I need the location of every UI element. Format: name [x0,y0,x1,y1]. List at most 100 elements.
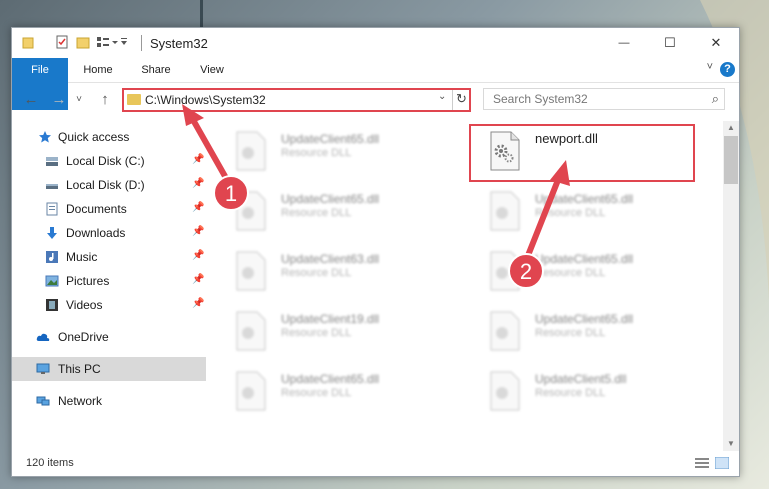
file-type: Resource DLL [535,387,606,399]
file-type: Resource DLL [281,207,352,219]
list-item[interactable]: UpdateClient65.dll Resource DLL [471,185,696,237]
drive-icon [46,184,58,189]
tab-view[interactable]: View [188,58,236,82]
dll-file-icon [490,371,520,411]
music-icon [46,251,58,263]
expand-ribbon-icon[interactable]: ˅ [707,61,713,73]
minimize-button[interactable]: — [601,28,647,58]
search-placeholder: Search System32 [493,92,588,106]
scrollbar-thumb[interactable] [724,136,738,184]
file-type: Resource DLL [281,327,352,339]
sidebar-item-label: Pictures [66,274,110,288]
file-explorer-window: System32 — ☐ ✕ File Home Share View ˅ ? … [11,27,740,477]
file-name: UpdateClient65.dll [281,192,380,206]
pin-icon[interactable]: 📌 [192,250,204,261]
vertical-scrollbar[interactable]: ▲ ▼ [723,121,739,451]
pin-icon[interactable]: 📌 [192,178,204,189]
sidebar-item-local-disk-c[interactable]: Local Disk (C:) 📌 [12,149,206,173]
newport-dll-highlight-box [469,124,695,182]
scroll-up-icon[interactable]: ▲ [723,121,739,135]
folder-icon [127,94,141,105]
details-view-icon[interactable] [695,457,709,469]
refresh-icon[interactable]: ↻ [456,91,467,107]
chevron-down-icon[interactable]: ⌄ [438,91,446,102]
maximize-button[interactable]: ☐ [647,28,693,58]
drive-icon [46,157,58,166]
sidebar-item-this-pc[interactable]: This PC [12,357,206,381]
videos-icon [46,299,58,311]
sidebar-item-label: OneDrive [58,330,109,344]
sidebar-item-pictures[interactable]: Pictures 📌 [12,269,206,293]
list-item[interactable]: UpdateClient5.dll Resource DLL [471,365,696,417]
pin-icon[interactable]: 📌 [192,154,204,165]
list-item[interactable]: UpdateClient65.dll Resource DLL [471,245,696,297]
downloads-icon [47,227,57,239]
list-item[interactable]: UpdateClient19.dll Resource DLL [217,305,442,357]
pictures-icon [45,275,59,287]
documents-icon [46,202,58,216]
list-item[interactable]: UpdateClient65.dll Resource DLL [471,305,696,357]
properties-icon[interactable] [55,35,69,49]
status-bar: 120 items [12,451,739,476]
dll-file-icon [490,311,520,351]
network-icon [36,396,50,406]
pin-icon[interactable]: 📌 [192,202,204,213]
navigation-bar: ← → ˅ ↑ C:\Windows\System32 ⌄ ↻ Search S… [12,83,739,117]
back-arrow-icon[interactable]: ← [22,91,40,109]
sidebar-item-label: Local Disk (D:) [66,178,145,192]
file-name: UpdateClient63.dll [281,252,380,266]
sidebar-item-label: Local Disk (C:) [66,154,145,168]
file-type: Resource DLL [281,267,352,279]
list-item[interactable]: UpdateClient65.dll Resource DLL [217,185,442,237]
large-icons-view-icon[interactable] [715,457,729,469]
dll-file-icon [490,191,520,231]
sidebar-item-onedrive[interactable]: OneDrive [12,325,206,349]
list-item[interactable]: UpdateClient65.dll Resource DLL [217,365,442,417]
sidebar-item-documents[interactable]: Documents 📌 [12,197,206,221]
sidebar-item-label: This PC [58,362,101,376]
sidebar-item-label: Music [66,250,98,264]
sidebar-item-local-disk-d[interactable]: Local Disk (D:) 📌 [12,173,206,197]
sidebar-item-label: Quick access [58,130,130,144]
search-input[interactable]: Search System32 ⌕ [483,88,725,110]
window-title: System32 [150,36,208,51]
pin-icon[interactable]: 📌 [192,298,204,309]
file-name: UpdateClient65.dll [535,192,634,206]
dll-file-icon [236,191,266,231]
forward-arrow-icon[interactable]: → [50,91,68,109]
sidebar-item-label: Videos [66,298,103,312]
address-path[interactable]: C:\Windows\System32 [145,93,266,107]
dll-file-icon [490,251,520,291]
list-item[interactable]: UpdateClient63.dll Resource DLL [217,245,442,297]
list-item[interactable]: UpdateClient65.dll Resource DLL [217,125,442,177]
address-bar[interactable]: C:\Windows\System32 ⌄ ↻ [122,88,471,112]
help-icon[interactable]: ? [720,62,735,77]
navigation-pane: Quick access Local Disk (C:) 📌 Local Dis… [12,121,206,451]
sidebar-item-music[interactable]: Music 📌 [12,245,206,269]
pin-icon[interactable]: 📌 [192,226,204,237]
customize-toolbar-icon[interactable] [97,35,127,49]
close-button[interactable]: ✕ [693,28,739,58]
sidebar-item-downloads[interactable]: Downloads 📌 [12,221,206,245]
tab-share[interactable]: Share [132,58,180,82]
pin-icon[interactable]: 📌 [192,274,204,285]
computer-icon [36,363,50,374]
sidebar-item-videos[interactable]: Videos 📌 [12,293,206,317]
up-arrow-icon[interactable]: ↑ [96,91,114,109]
dll-file-icon [236,311,266,351]
title-bar: System32 — ☐ ✕ [12,28,739,58]
search-icon[interactable]: ⌕ [712,91,719,107]
new-folder-icon[interactable] [76,35,90,49]
file-name: UpdateClient65.dll [281,372,380,386]
sidebar-item-network[interactable]: Network [12,389,206,413]
scroll-down-icon[interactable]: ▼ [723,437,739,451]
file-type: Resource DLL [535,267,606,279]
sidebar-item-label: Network [58,394,103,408]
file-name: UpdateClient19.dll [281,312,380,326]
file-name: UpdateClient65.dll [535,252,634,266]
tab-home[interactable]: Home [74,58,122,82]
file-name: UpdateClient65.dll [535,312,634,326]
file-type: Resource DLL [281,387,352,399]
recent-locations-icon[interactable]: ˅ [70,91,88,109]
sidebar-item-quick-access[interactable]: Quick access [12,125,206,149]
